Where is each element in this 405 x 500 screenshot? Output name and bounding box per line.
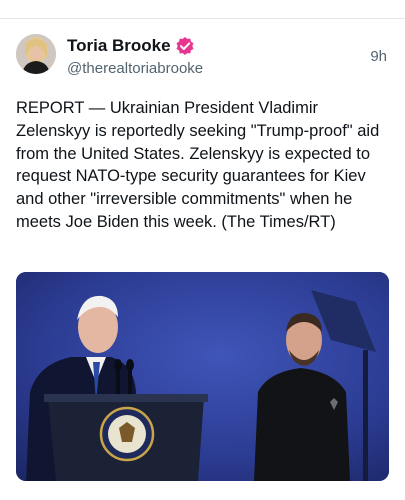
post-photo[interactable] (16, 272, 389, 481)
verified-badge-icon (175, 36, 195, 56)
author-handle[interactable]: @therealtoriabrooke (67, 60, 203, 77)
author-display-name[interactable]: Toria Brooke (67, 36, 171, 56)
post-text: REPORT — Ukrainian President Vladimir Ze… (16, 99, 384, 231)
avatar-image (16, 34, 56, 74)
photo-scene (16, 272, 389, 481)
post-timestamp[interactable]: 9h (370, 48, 387, 65)
author-name-row: Toria Brooke (67, 36, 195, 56)
post-card[interactable]: Toria Brooke @therealtoriabrooke 9h REPO… (0, 19, 405, 500)
avatar[interactable] (16, 34, 56, 74)
podium (44, 394, 208, 481)
